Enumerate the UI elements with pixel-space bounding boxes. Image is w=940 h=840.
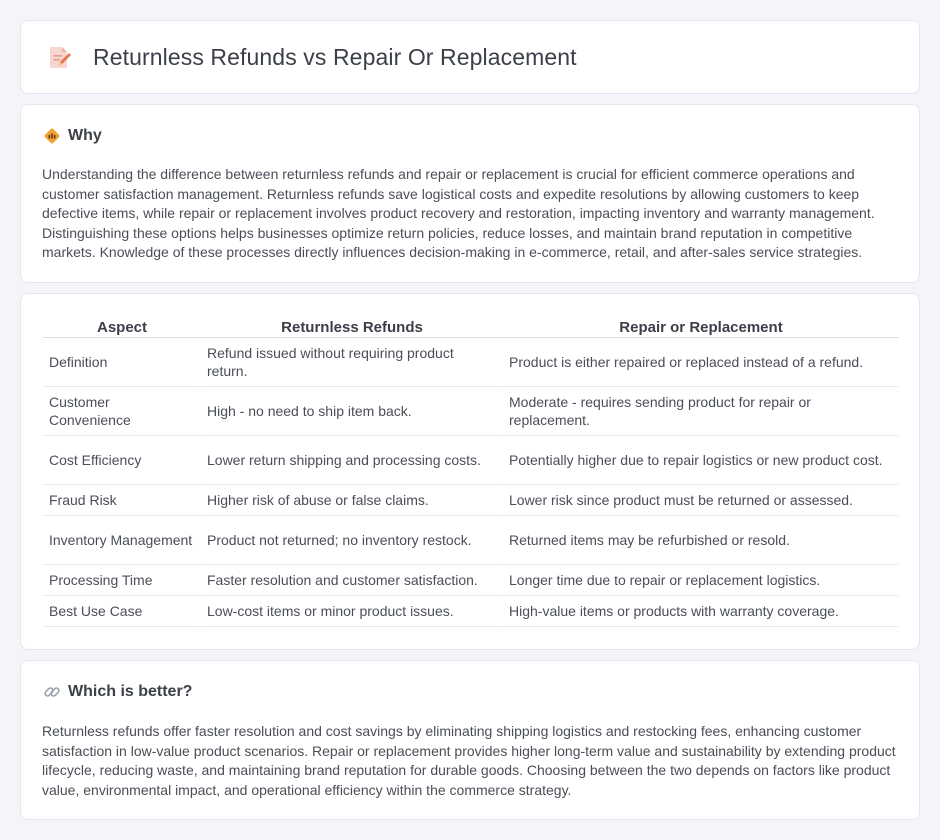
table-row: Definition Refund issued without requiri… [43,338,899,387]
page-title: Returnless Refunds vs Repair Or Replacem… [93,43,577,70]
title-row: Returnless Refunds vs Repair Or Replacem… [45,43,577,71]
comparison-table: Aspect Returnless Refunds Repair or Repl… [43,315,899,627]
better-title: Which is better? [68,683,193,700]
table-row: Cost Efficiency Lower return shipping an… [43,436,899,485]
header-returnless-refunds: Returnless Refunds [201,315,503,338]
link-icon [43,683,61,701]
row-repair: Returned items may be refurbished or res… [503,516,899,565]
row-aspect: Inventory Management [43,516,201,565]
why-title: Why [68,127,102,144]
row-aspect: Processing Time [43,565,201,596]
why-section: Why Understanding the difference between… [20,104,920,283]
row-returnless: High - no need to ship item back. [201,387,503,436]
better-heading: Which is better? [43,683,192,701]
row-repair: High-value items or products with warran… [503,596,899,627]
row-returnless: Lower return shipping and processing cos… [201,436,503,485]
row-repair: Product is either repaired or replaced i… [503,338,899,387]
header-aspect: Aspect [43,315,201,338]
row-returnless: Low-cost items or minor product issues. [201,596,503,627]
row-repair: Longer time due to repair or replacement… [503,565,899,596]
row-returnless: Refund issued without requiring product … [201,338,503,387]
header-card: Returnless Refunds vs Repair Or Replacem… [20,20,920,94]
why-heading: Why [43,127,102,145]
header-repair-or-replacement: Repair or Replacement [503,315,899,338]
row-repair: Lower risk since product must be returne… [503,485,899,516]
table-row: Customer Convenience High - no need to s… [43,387,899,436]
row-aspect: Definition [43,338,201,387]
row-aspect: Cost Efficiency [43,436,201,485]
table-row: Processing Time Faster resolution and cu… [43,565,899,596]
row-aspect: Best Use Case [43,596,201,627]
table-row: Inventory Management Product not returne… [43,516,899,565]
row-returnless: Higher risk of abuse or false claims. [201,485,503,516]
diamond-warning-icon [43,127,61,145]
row-aspect: Customer Convenience [43,387,201,436]
table-row: Best Use Case Low-cost items or minor pr… [43,596,899,627]
table-row: Fraud Risk Higher risk of abuse or false… [43,485,899,516]
why-text: Understanding the difference between ret… [42,166,875,260]
which-is-better-section: Which is better? Returnless refunds offe… [20,660,920,820]
row-repair: Potentially higher due to repair logisti… [503,436,899,485]
row-repair: Moderate - requires sending product for … [503,387,899,436]
document-pencil-icon [45,43,73,71]
row-returnless: Faster resolution and customer satisfact… [201,565,503,596]
comparison-section: Aspect Returnless Refunds Repair or Repl… [20,293,920,650]
row-aspect: Fraud Risk [43,485,201,516]
better-text: Returnless refunds offer faster resoluti… [42,723,896,798]
table-header-row: Aspect Returnless Refunds Repair or Repl… [43,315,899,338]
row-returnless: Product not returned; no inventory resto… [201,516,503,565]
